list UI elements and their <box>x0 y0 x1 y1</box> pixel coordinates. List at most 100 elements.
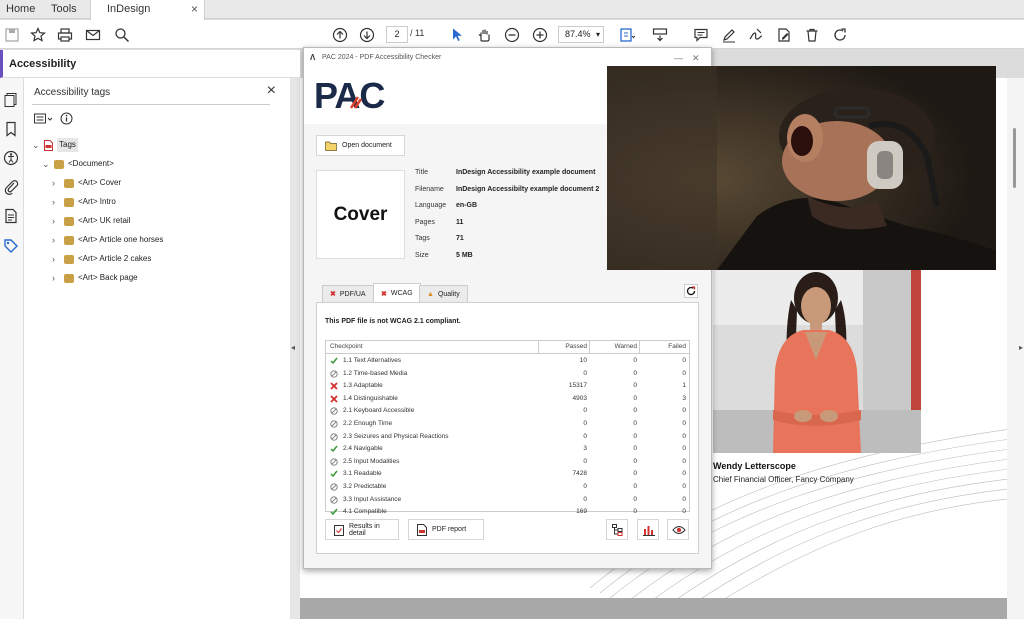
refresh-icon[interactable] <box>684 284 698 298</box>
panel-close-icon[interactable]: × <box>267 82 276 100</box>
hand-tool-icon[interactable] <box>474 25 494 45</box>
sign-icon[interactable] <box>746 25 766 45</box>
table-row[interactable]: 1.1 Text Alternatives 10 0 0 <box>326 355 689 368</box>
person-title: Chief Financial Officer, Fancy Company <box>713 475 854 484</box>
open-document-label: Open document <box>342 142 392 149</box>
failed-count: 0 <box>682 470 686 478</box>
page-number-input[interactable]: 2 <box>386 26 408 43</box>
tree-item-document[interactable]: ⌄ <Document> <box>42 157 114 171</box>
chevron-right-icon[interactable]: › <box>52 214 60 228</box>
chevron-right-icon[interactable]: › <box>52 233 60 247</box>
chevron-right-icon[interactable]: › <box>52 176 60 190</box>
attachments-icon[interactable] <box>3 179 19 195</box>
tree-item-art[interactable]: › <Art> Article 2 cakes <box>52 252 151 266</box>
tree-item-art[interactable]: › <Art> Article one horses <box>52 233 163 247</box>
tab-close-icon[interactable]: × <box>191 0 198 18</box>
tags-icon[interactable] <box>3 238 19 254</box>
scrollbar-thumb[interactable] <box>1013 128 1016 188</box>
failed-count: 0 <box>682 445 686 453</box>
tree-item-art[interactable]: › <Art> Cover <box>52 176 121 190</box>
column-header[interactable]: Warned <box>614 341 637 353</box>
zoom-select[interactable]: 87.4% <box>558 26 604 43</box>
bookmark-star-icon[interactable] <box>28 25 48 45</box>
zoom-out-icon[interactable] <box>502 25 522 45</box>
table-row[interactable]: 3.3 Input Assistance 0 0 0 <box>326 494 689 507</box>
tab-home[interactable]: Home <box>6 0 35 19</box>
bookmarks-icon[interactable] <box>3 121 19 137</box>
email-icon[interactable] <box>83 25 103 45</box>
column-header[interactable]: Failed <box>668 341 686 353</box>
accessibility-check-icon[interactable] <box>3 150 19 166</box>
table-row[interactable]: 1.2 Time-based Media 0 0 0 <box>326 368 689 381</box>
tree-item-art[interactable]: › <Art> Intro <box>52 195 116 209</box>
structure-tree-button[interactable] <box>606 519 628 540</box>
tree-item-art[interactable]: › <Art> UK retail <box>52 214 130 228</box>
bar-chart-icon <box>643 524 655 536</box>
clipboard-check-icon <box>334 524 344 536</box>
tab-quality[interactable]: ▲ Quality <box>419 285 468 302</box>
open-document-button[interactable]: Open document <box>316 135 405 156</box>
chevron-right-icon[interactable]: › <box>52 252 60 266</box>
chevron-down-icon[interactable]: ⌄ <box>42 157 50 171</box>
highlight-pen-icon[interactable] <box>719 25 739 45</box>
table-row[interactable]: 1.3 Adaptable 15317 0 1 <box>326 380 689 393</box>
tab-pdfua[interactable]: ✖ PDF/UA <box>322 285 374 302</box>
table-row[interactable]: 2.4 Navigable 3 0 0 <box>326 443 689 456</box>
tree-item-tags[interactable]: ⌄ Tags <box>32 138 78 152</box>
passed-count: 0 <box>583 457 587 465</box>
checkpoint-name: 4.1 Compatible <box>343 508 387 516</box>
table-row[interactable]: 2.2 Enough Time 0 0 0 <box>326 418 689 431</box>
scroll-mode-icon[interactable] <box>650 25 670 45</box>
edit-pdf-icon[interactable] <box>774 25 794 45</box>
passed-count: 0 <box>583 369 587 377</box>
delete-icon[interactable] <box>802 25 822 45</box>
search-icon[interactable] <box>112 25 132 45</box>
chevron-right-icon[interactable]: › <box>52 195 60 209</box>
column-header[interactable]: Checkpoint <box>330 341 363 353</box>
tab-tools[interactable]: Tools <box>51 0 77 19</box>
minimize-icon[interactable]: — <box>674 48 683 68</box>
tab-wcag[interactable]: ✖ WCAG <box>373 283 421 303</box>
checkpoint-name: 2.1 Keyboard Accessible <box>343 407 415 415</box>
video-overlay[interactable] <box>607 66 996 270</box>
page-down-icon[interactable] <box>357 25 377 45</box>
chevron-down-icon[interactable]: ⌄ <box>32 138 40 152</box>
passed-count: 169 <box>576 508 587 516</box>
select-cursor-icon[interactable] <box>447 25 467 45</box>
main-toolbar: 2 / 11 87.4% <box>0 20 1024 49</box>
failed-count: 0 <box>682 369 686 377</box>
table-row[interactable]: 2.1 Keyboard Accessible 0 0 0 <box>326 405 689 418</box>
options-menu-icon[interactable] <box>34 113 54 125</box>
table-row[interactable]: 3.2 Predictable 0 0 0 <box>326 481 689 494</box>
print-icon[interactable] <box>55 25 75 45</box>
table-row[interactable]: 2.3 Seizures and Physical Reactions 0 0 0 <box>326 431 689 444</box>
page-up-icon[interactable] <box>330 25 350 45</box>
vertical-scrollbar[interactable]: ▸ <box>1007 78 1024 619</box>
panel-splitter[interactable]: ◂ <box>290 78 300 619</box>
table-row[interactable]: 1.4 Distinguishable 4903 0 3 <box>326 393 689 406</box>
meta-key: Language <box>415 202 447 209</box>
tree-item-art[interactable]: › <Art> Back page <box>52 271 138 285</box>
comment-icon[interactable] <box>691 25 711 45</box>
close-window-icon[interactable]: ✕ <box>692 48 700 68</box>
chevron-right-icon[interactable]: › <box>52 271 60 285</box>
collapse-arrow-icon[interactable]: ◂ <box>291 343 295 352</box>
content-icon[interactable] <box>3 208 19 224</box>
table-row[interactable]: 2.5 Input Modalities 0 0 0 <box>326 456 689 469</box>
zoom-in-icon[interactable] <box>530 25 550 45</box>
pdf-report-button[interactable]: PDF report <box>408 519 484 540</box>
statistics-button[interactable] <box>637 519 659 540</box>
table-row[interactable]: 3.1 Readable 7428 0 0 <box>326 468 689 481</box>
failed-count: 0 <box>682 407 686 415</box>
pages-icon[interactable] <box>3 92 19 108</box>
tab-document[interactable]: InDesign Accessibili... × <box>90 0 205 33</box>
info-icon[interactable] <box>60 112 73 125</box>
preview-button[interactable] <box>667 519 689 540</box>
rotate-icon[interactable] <box>830 25 850 45</box>
column-header[interactable]: Passed <box>565 341 587 353</box>
results-detail-button[interactable]: Results in detail <box>325 519 399 540</box>
expand-arrow-icon[interactable]: ▸ <box>1019 343 1023 352</box>
save-icon[interactable] <box>2 25 22 45</box>
fit-page-icon[interactable] <box>617 25 637 45</box>
table-row[interactable]: 4.1 Compatible 169 0 0 <box>326 506 689 519</box>
